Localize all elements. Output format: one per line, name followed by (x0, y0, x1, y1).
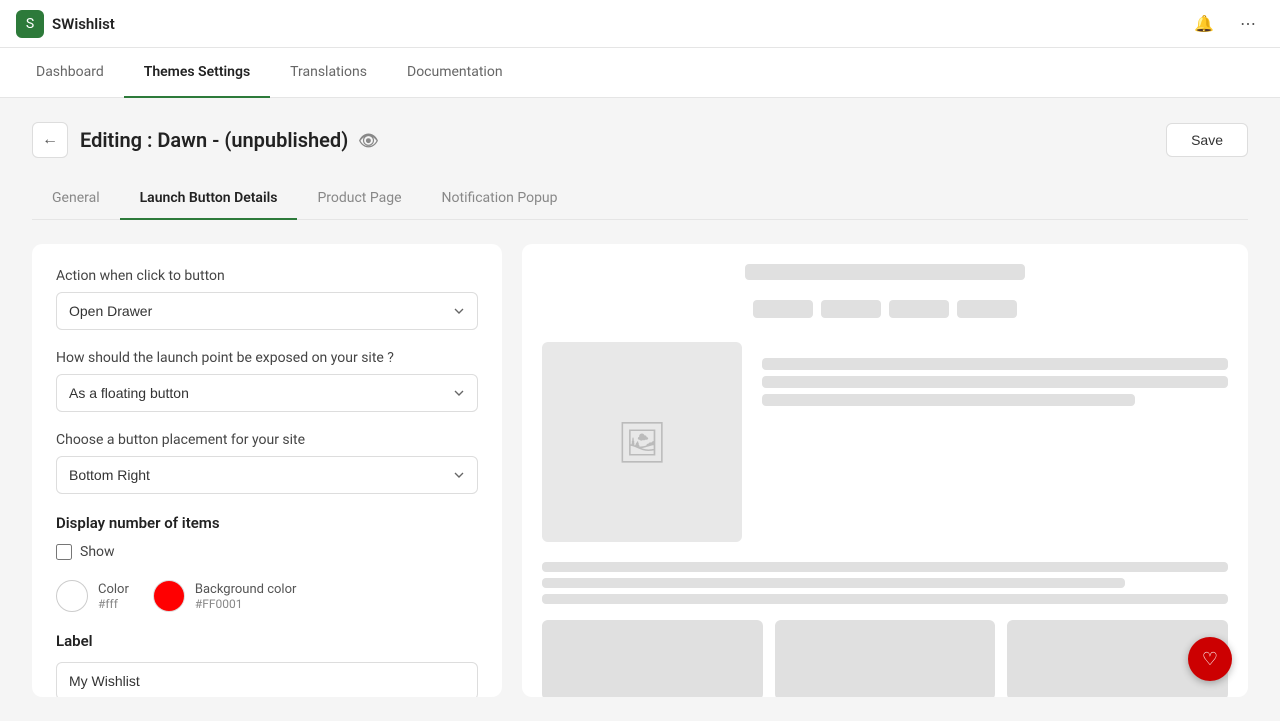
skeleton-product-row: 🖼 (542, 342, 1228, 542)
skeleton-line (542, 594, 1228, 604)
expose-select[interactable]: As a floating button As a menu item Embe… (56, 374, 478, 412)
color-info: Color #fff (98, 582, 129, 611)
skeleton-line (542, 562, 1228, 572)
nav-tab-dashboard[interactable]: Dashboard (16, 48, 124, 98)
color-item: Color #fff (56, 580, 129, 612)
label-input[interactable] (56, 662, 478, 697)
action-label: Action when click to button (56, 268, 478, 284)
top-bar: S SWishlist 🔔 ⋯ (0, 0, 1280, 48)
two-column-layout: Action when click to button Open Drawer … (32, 220, 1248, 697)
skeleton-line (542, 578, 1125, 588)
right-panel: 🖼 (522, 244, 1248, 697)
placement-label: Choose a button placement for your site (56, 432, 478, 448)
bell-icon[interactable]: 🔔 (1188, 8, 1220, 40)
preview-eye-icon[interactable]: 👁 (358, 131, 378, 150)
page-header: ← Editing : Dawn - (unpublished) 👁 Save (32, 122, 1248, 158)
bg-color-item: Background color #FF0001 (153, 580, 297, 612)
left-panel: Action when click to button Open Drawer … (32, 244, 502, 697)
color-row: Color #fff Background color #FF0001 (56, 580, 478, 612)
tab-notification-popup[interactable]: Notification Popup (422, 178, 578, 220)
main-content: ← Editing : Dawn - (unpublished) 👁 Save … (0, 98, 1280, 721)
placement-form-group: Choose a button placement for your site … (56, 432, 478, 494)
tab-launch-button-details[interactable]: Launch Button Details (120, 178, 298, 220)
expose-form-group: How should the launch point be exposed o… (56, 350, 478, 412)
tab-general[interactable]: General (32, 178, 120, 220)
more-options-icon[interactable]: ⋯ (1232, 8, 1264, 40)
bg-color-name: Background color (195, 582, 297, 597)
skeleton-nav-item (753, 300, 813, 318)
tab-product-page[interactable]: Product Page (297, 178, 421, 220)
action-select[interactable]: Open Drawer Open Page Open Modal (56, 292, 478, 330)
save-button[interactable]: Save (1166, 123, 1248, 157)
color-circle[interactable] (56, 580, 88, 612)
skeleton-card (542, 620, 763, 697)
nav-tabs: Dashboard Themes Settings Translations D… (0, 48, 1280, 98)
expose-label: How should the launch point be exposed o… (56, 350, 478, 366)
skeleton-nav-item (957, 300, 1017, 318)
show-checkbox[interactable] (56, 544, 72, 560)
show-label: Show (80, 544, 115, 560)
skeleton-line (762, 394, 1135, 406)
skeleton-bottom-lines (542, 562, 1228, 604)
skeleton-product-image: 🖼 (542, 342, 742, 542)
bg-color-circle[interactable] (153, 580, 185, 612)
bg-color-info: Background color #FF0001 (195, 582, 297, 611)
page-header-left: ← Editing : Dawn - (unpublished) 👁 (32, 122, 379, 158)
skeleton-desc (762, 358, 1228, 406)
skeleton-nav-item (821, 300, 881, 318)
app-name: SWishlist (52, 15, 1180, 33)
bg-color-hex: #FF0001 (195, 597, 297, 611)
nav-tab-documentation[interactable]: Documentation (387, 48, 523, 98)
color-hex: #fff (98, 597, 129, 611)
skeleton-product-details (762, 342, 1228, 542)
display-number-title: Display number of items (56, 514, 478, 532)
display-number-group: Display number of items Show (56, 514, 478, 560)
action-form-group: Action when click to button Open Drawer … (56, 268, 478, 330)
nav-tab-translations[interactable]: Translations (270, 48, 387, 98)
back-button[interactable]: ← (32, 122, 68, 158)
skeleton-nav-item (889, 300, 949, 318)
skeleton-card (775, 620, 996, 697)
page-title: Editing : Dawn - (unpublished) 👁 (80, 128, 379, 152)
skeleton-nav (542, 300, 1228, 318)
app-logo: S (16, 10, 44, 38)
label-section: Label (56, 632, 478, 697)
skeleton-line (762, 358, 1228, 370)
preview-area: 🖼 (522, 244, 1248, 697)
placement-select[interactable]: Bottom Right Bottom Left Top Right Top L… (56, 456, 478, 494)
skeleton-cards (542, 620, 1228, 697)
show-checkbox-row: Show (56, 544, 478, 560)
color-name: Color (98, 582, 129, 597)
floating-button-preview: ♡ (1188, 637, 1232, 681)
image-placeholder-icon: 🖼 (617, 419, 668, 466)
skeleton-header (745, 264, 1025, 280)
label-section-title: Label (56, 632, 478, 650)
sub-tabs: General Launch Button Details Product Pa… (32, 178, 1248, 220)
floating-btn-icon: ♡ (1202, 649, 1218, 670)
nav-tab-themes-settings[interactable]: Themes Settings (124, 48, 270, 98)
top-bar-actions: 🔔 ⋯ (1188, 8, 1264, 40)
skeleton-line (762, 376, 1228, 388)
